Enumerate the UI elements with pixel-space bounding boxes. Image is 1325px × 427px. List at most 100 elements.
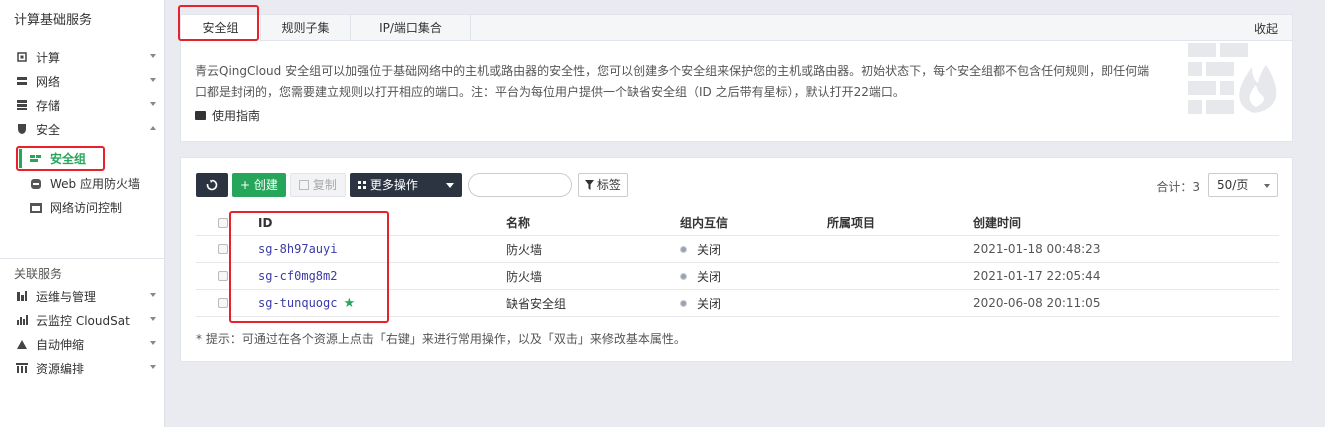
sidebar-item-security[interactable]: 安全 xyxy=(16,118,156,140)
trust-status-label: 关闭 xyxy=(697,269,722,284)
caret-down-icon xyxy=(445,182,454,188)
autoscale-icon xyxy=(16,338,28,350)
tab-rule-subset[interactable]: 规则子集 xyxy=(261,15,351,41)
waf-icon xyxy=(30,178,42,189)
row-checkbox[interactable] xyxy=(218,236,228,262)
sidebar-item-label: 资源编排 xyxy=(36,361,85,376)
create-button[interactable]: + 创建 xyxy=(232,173,286,197)
copy-icon xyxy=(298,180,309,190)
monitor-icon xyxy=(16,314,28,326)
ops-icon xyxy=(16,290,28,302)
network-icon xyxy=(16,75,28,87)
orchestration-icon xyxy=(16,362,28,374)
sidebar-item-orchestration[interactable]: 资源编排 xyxy=(16,357,156,379)
page-size-select[interactable]: 50/页 xyxy=(1208,173,1278,197)
chevron-down-icon xyxy=(150,365,156,369)
sidebar-item-monitor[interactable]: 云监控 CloudSat xyxy=(16,309,156,331)
page-size-value: 50/页 xyxy=(1217,178,1249,192)
status-dot-icon xyxy=(680,299,687,307)
column-header-name[interactable]: 名称 xyxy=(506,210,530,235)
description-text: 青云QingCloud 安全组可以加强位于基础网络中的主机或路由器的安全性，您可… xyxy=(195,64,1150,99)
column-header-trust[interactable]: 组内互信 xyxy=(680,210,728,235)
sidebar-item-label: 安全 xyxy=(36,122,61,137)
total-count: 合计：3 xyxy=(1156,180,1200,194)
active-indicator xyxy=(19,149,22,168)
more-actions-dropdown[interactable]: 更多操作 xyxy=(349,173,462,197)
sidebar-item-storage[interactable]: 存储 xyxy=(16,94,156,116)
chevron-down-icon xyxy=(150,54,156,58)
intro-panel: 安全组 规则子集 IP/端口集合 收起 青云QingCloud 安全组可以加强位… xyxy=(180,14,1293,142)
column-header-created[interactable]: 创建时间 xyxy=(973,210,1021,235)
sidebar-title: 计算基础服务 xyxy=(14,13,93,28)
sidebar-item-autoscale[interactable]: 自动伸缩 xyxy=(16,333,156,355)
copy-label: 复制 xyxy=(312,178,337,192)
sidebar-item-compute[interactable]: 计算 xyxy=(16,46,156,68)
book-icon xyxy=(195,111,206,120)
sidebar-item-network[interactable]: 网络 xyxy=(16,70,156,92)
refresh-button[interactable] xyxy=(196,173,228,197)
column-header-project[interactable]: 所属项目 xyxy=(827,210,875,235)
tab-bar: 安全组 规则子集 IP/端口集合 收起 xyxy=(181,15,1292,42)
security-group-name: 防火墙 xyxy=(506,269,543,284)
chevron-down-icon xyxy=(150,102,156,106)
security-group-name: 防火墙 xyxy=(506,242,543,257)
row-checkbox[interactable] xyxy=(218,290,228,316)
status-dot-icon xyxy=(680,272,687,280)
sidebar-item-ops[interactable]: 运维与管理 xyxy=(16,285,156,307)
chevron-down-icon xyxy=(150,317,156,321)
trust-status-label: 关闭 xyxy=(697,242,722,257)
copy-button[interactable]: 复制 xyxy=(289,173,346,197)
sidebar: 计算基础服务 计算 网络 存储 安全 安全组 Web 应用防火墙 网络访问控制 … xyxy=(0,0,165,427)
sidebar-item-label: 自动伸缩 xyxy=(36,337,85,352)
created-time: 2021-01-18 00:48:23 xyxy=(973,242,1101,256)
trust-status: 关闭 xyxy=(680,263,721,289)
sidebar-item-label: 计算 xyxy=(36,50,61,65)
tab-ip-port-set[interactable]: IP/端口集合 xyxy=(351,15,471,41)
trust-status: 关闭 xyxy=(680,236,721,262)
sidebar-item-label: 云监控 CloudSat xyxy=(36,313,130,328)
sidebar-item-label: 安全组 xyxy=(50,151,87,166)
collapse-button[interactable]: 收起 xyxy=(1254,20,1278,37)
chevron-down-icon xyxy=(1264,184,1270,188)
sidebar-item-label: 网络 xyxy=(36,74,61,89)
sidebar-item-security-group[interactable]: 安全组 xyxy=(30,147,86,169)
refresh-icon xyxy=(206,179,218,191)
security-group-name: 缺省安全组 xyxy=(506,296,567,311)
select-all-checkbox[interactable] xyxy=(218,210,228,235)
firewall-icon xyxy=(30,153,42,163)
sidebar-item-access-control[interactable]: 网络访问控制 xyxy=(30,196,122,218)
trust-status: 关闭 xyxy=(680,290,721,316)
row-checkbox[interactable] xyxy=(218,263,228,289)
search-input[interactable] xyxy=(467,173,572,197)
status-dot-icon xyxy=(680,245,687,253)
created-time: 2020-06-08 20:11:05 xyxy=(973,296,1101,310)
guide-link[interactable]: 使用指南 xyxy=(195,107,260,124)
chevron-down-icon xyxy=(150,78,156,82)
filter-icon xyxy=(584,180,594,190)
tag-filter-button[interactable]: 标签 xyxy=(577,173,628,197)
sidebar-item-waf[interactable]: Web 应用防火墙 xyxy=(30,172,140,194)
cpu-icon xyxy=(16,51,28,63)
tag-label: 标签 xyxy=(596,178,621,192)
chevron-up-icon xyxy=(150,126,156,130)
sidebar-divider xyxy=(0,258,165,259)
firewall-illustration-icon xyxy=(1188,43,1280,118)
sidebar-item-label: Web 应用防火墙 xyxy=(50,176,140,191)
trust-status-label: 关闭 xyxy=(697,296,722,311)
more-actions-label: 更多操作 xyxy=(369,178,418,192)
tab-highlight-box xyxy=(178,5,259,41)
shield-icon xyxy=(16,123,28,135)
sidebar-item-label: 运维与管理 xyxy=(36,289,97,304)
created-time: 2021-01-17 22:05:44 xyxy=(973,269,1101,283)
guide-label: 使用指南 xyxy=(212,109,261,123)
chevron-down-icon xyxy=(150,341,156,345)
usage-tip: * 提示：可通过在各个资源上点击「右键」来进行常用操作，以及「双击」来修改基本属… xyxy=(196,332,686,346)
access-control-icon xyxy=(30,202,42,213)
id-column-highlight-box xyxy=(229,211,389,323)
toolbar: + 创建 复制 更多操作 标签 xyxy=(196,173,632,199)
storage-icon xyxy=(16,99,28,111)
grid-icon xyxy=(357,181,366,189)
chevron-down-icon xyxy=(150,293,156,297)
sidebar-item-label: 存储 xyxy=(36,98,61,113)
sidebar-item-label: 网络访问控制 xyxy=(50,200,123,215)
